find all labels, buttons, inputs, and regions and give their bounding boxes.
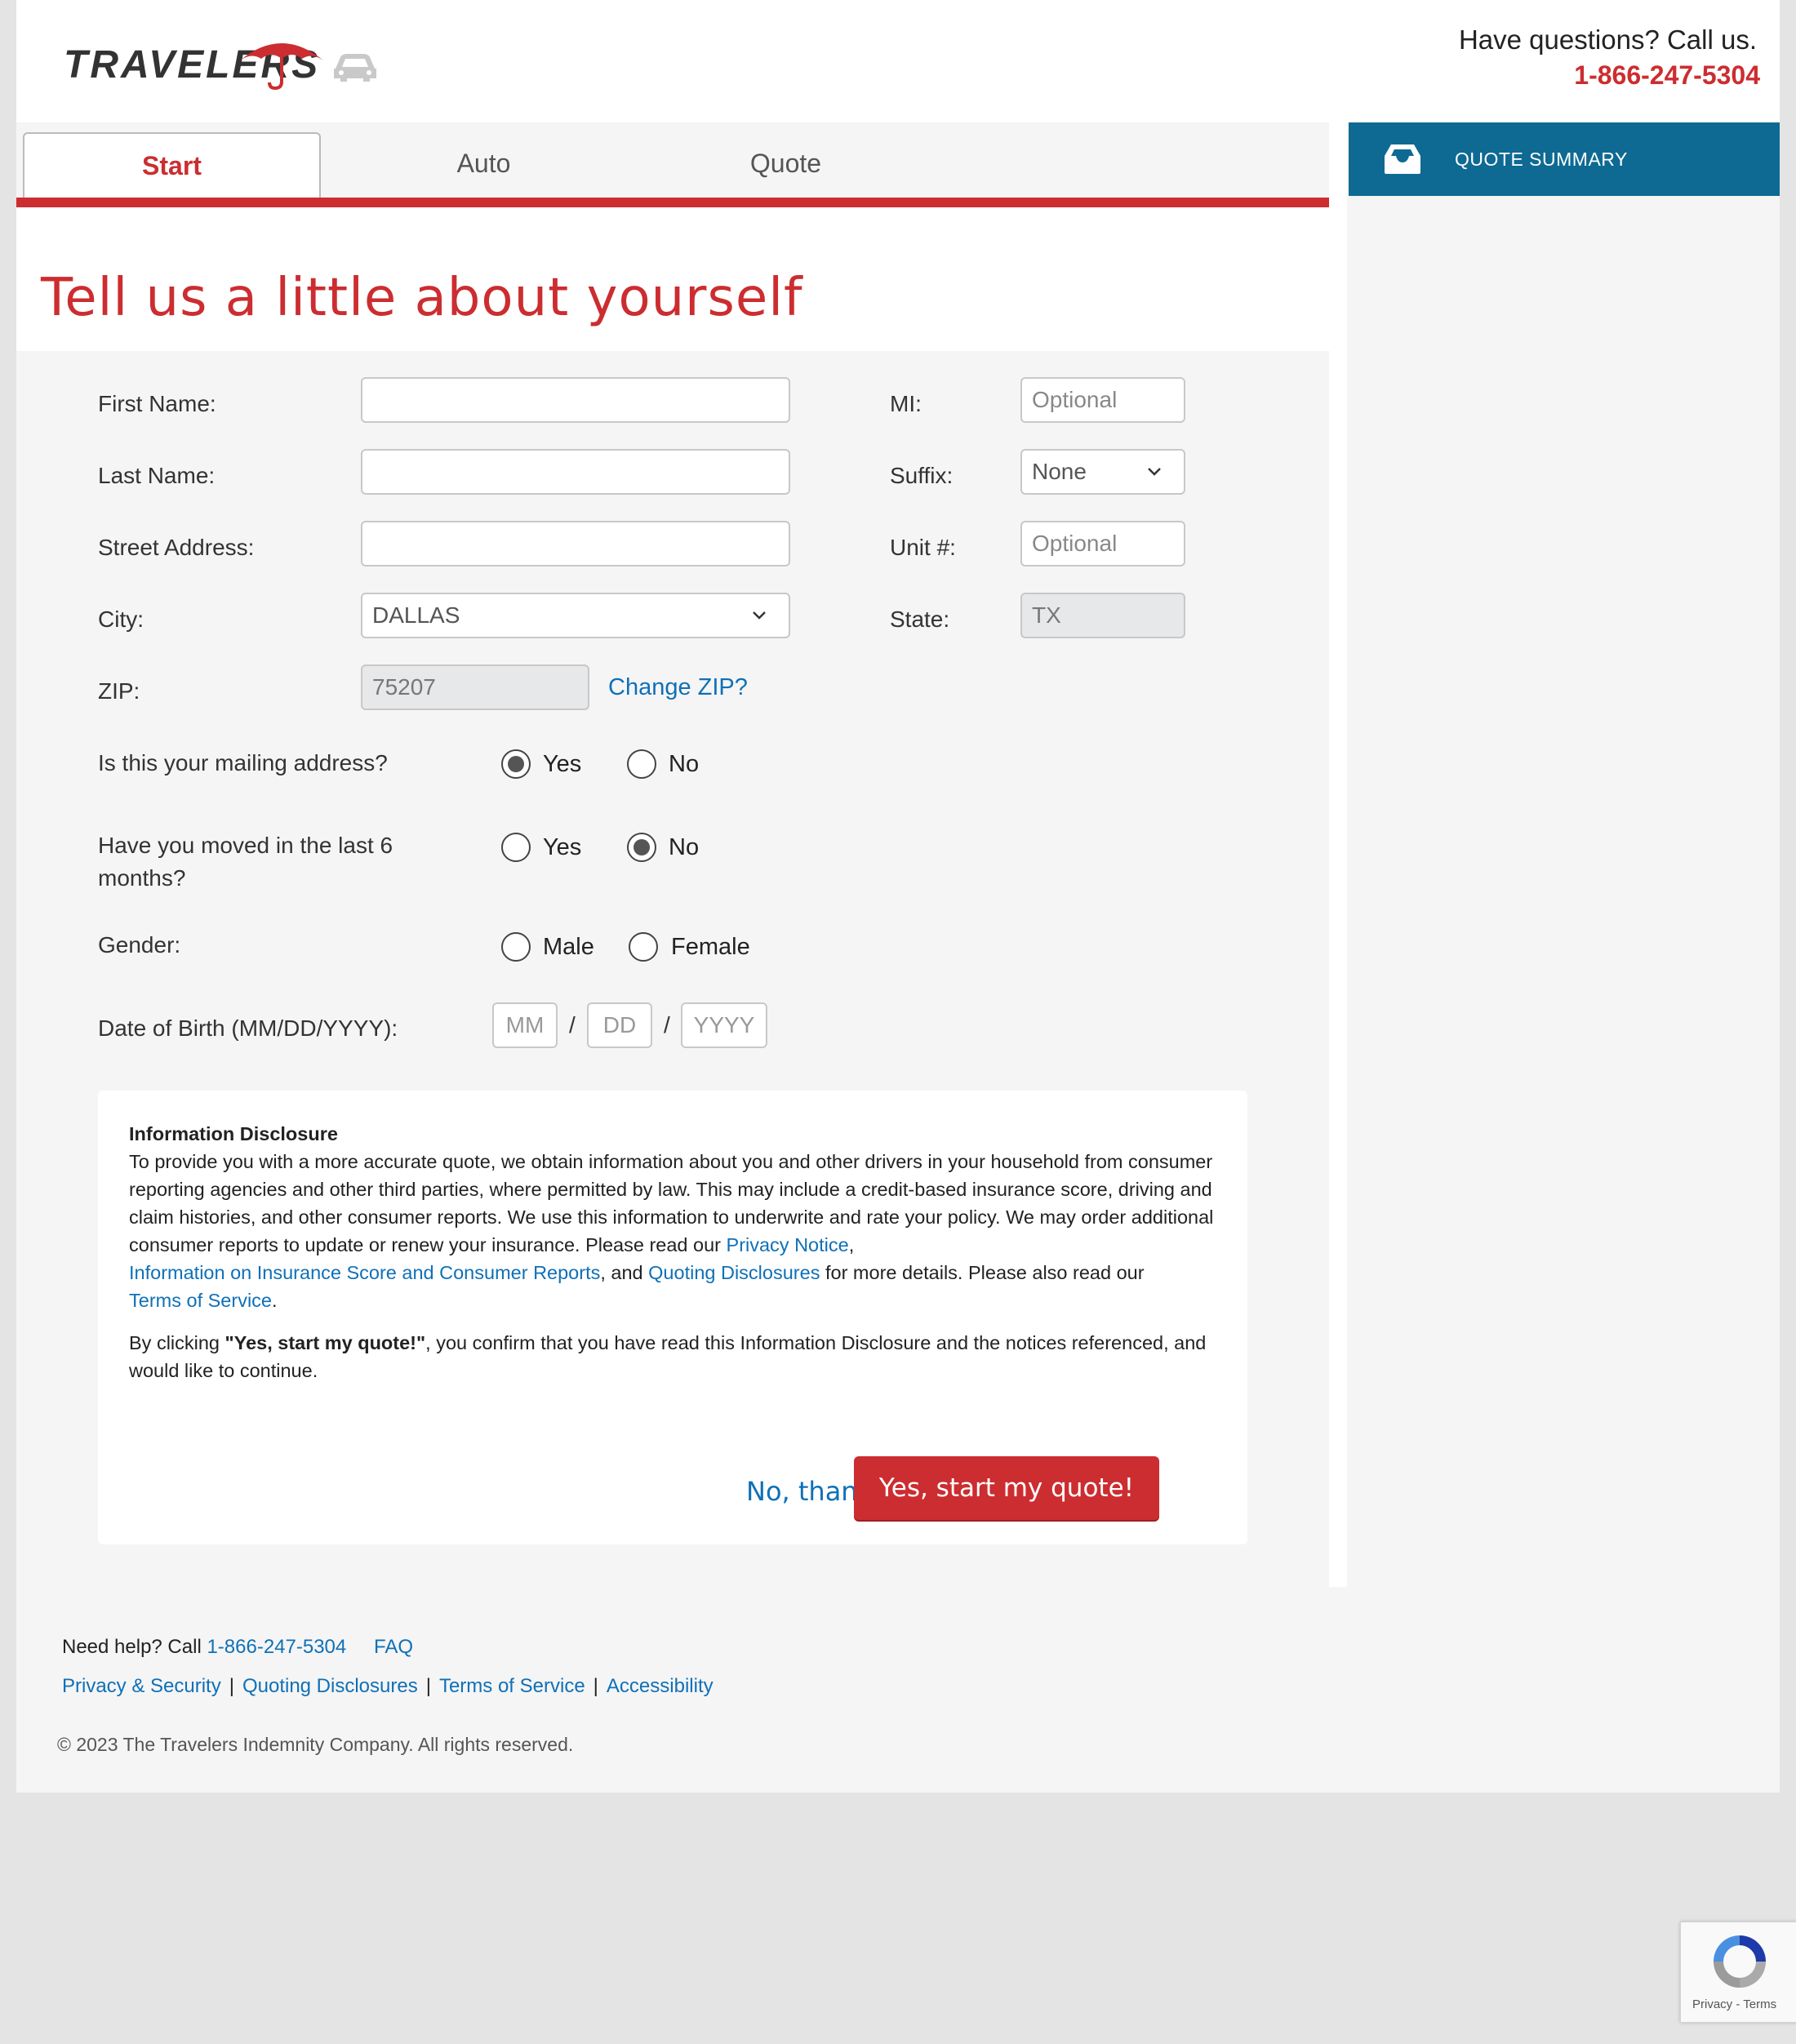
gender-female-label: Female (671, 934, 750, 960)
zip-label: ZIP: (98, 678, 140, 704)
need-help-text: Need help? Call (62, 1636, 207, 1658)
footer-terms-link[interactable]: Terms of Service (439, 1675, 585, 1697)
gender-male-radio[interactable] (501, 932, 531, 962)
quoting-disclosures-link[interactable]: Quoting Disclosures (648, 1262, 820, 1283)
city-value: DALLAS (372, 602, 460, 628)
mailing-no-radio[interactable] (627, 749, 656, 779)
accessibility-link[interactable]: Accessibility (607, 1675, 714, 1697)
city-label: City: (98, 607, 144, 632)
tab-quote[interactable]: Quote (637, 131, 935, 196)
quote-summary-label: QUOTE SUMMARY (1455, 148, 1628, 170)
terms-of-service-link[interactable]: Terms of Service (129, 1290, 272, 1311)
suffix-select[interactable]: None (1020, 449, 1185, 495)
tab-underline (16, 198, 1329, 207)
recaptcha-icon (1714, 1935, 1766, 1988)
footer: Need help? Call 1-866-247-5304 FAQ Priva… (16, 1587, 1780, 1793)
inbox-tray-icon (1385, 144, 1420, 174)
unit-label: Unit #: (890, 535, 956, 560)
first-name-input[interactable] (361, 377, 790, 423)
recaptcha-terms-link[interactable]: Terms (1743, 1997, 1776, 2011)
footer-help: Need help? Call 1-866-247-5304 (62, 1636, 346, 1659)
sidebar (1347, 122, 1780, 1587)
tab-start[interactable]: Start (23, 132, 321, 198)
gender-label: Gender: (98, 932, 181, 958)
moved-yes-radio[interactable] (501, 833, 531, 862)
tab-auto[interactable]: Auto (335, 131, 633, 196)
disclosure-text: To provide you with a more accurate quot… (129, 1151, 1214, 1255)
disclosure-title: Information Disclosure (129, 1123, 338, 1144)
zip-input: 75207 (361, 664, 589, 710)
header: TRAVELERS Have questions? Call us. 1-866… (16, 0, 1780, 122)
chevron-down-icon (1148, 468, 1161, 476)
disclosure-bold-text: "Yes, start my quote!" (224, 1332, 426, 1353)
privacy-security-link[interactable]: Privacy & Security (62, 1675, 221, 1697)
disclosure-text: , and (600, 1262, 649, 1283)
recaptcha-privacy-link[interactable]: Privacy (1692, 1997, 1732, 2011)
dob-month-input[interactable]: MM (492, 1002, 558, 1048)
suffix-label: Suffix: (890, 463, 954, 488)
state-label: State: (890, 607, 950, 632)
umbrella-logo-icon (240, 43, 323, 90)
recaptcha-links: Privacy - Terms (1692, 1997, 1776, 2011)
first-name-label: First Name: (98, 391, 216, 416)
help-question: Have questions? Call us. (1458, 24, 1757, 55)
mailing-address-question: Is this your mailing address? (98, 750, 388, 775)
information-disclosure: Information Disclosure To provide you wi… (98, 1091, 1247, 1544)
moved-question: Have you moved in the last 6 months? (98, 833, 393, 891)
gender-female-radio[interactable] (629, 932, 658, 962)
unit-input[interactable]: Optional (1020, 521, 1185, 567)
street-address-label: Street Address: (98, 535, 255, 560)
mailing-no-label: No (669, 751, 700, 777)
header-phone-link[interactable]: 1-866-247-5304 (1574, 60, 1760, 91)
dob-label: Date of Birth (MM/DD/YYYY): (98, 1015, 398, 1041)
progress-tabs: Start Auto Quote (16, 122, 1329, 198)
dob-separator: / (569, 1012, 576, 1038)
page-title: Tell us a little about yourself (41, 268, 803, 328)
disclosure-consent-paragraph: By clicking "Yes, start my quote!", you … (129, 1329, 1223, 1384)
disclosure-paragraph: To provide you with a more accurate quot… (129, 1148, 1223, 1314)
state-input: TX (1020, 593, 1185, 638)
start-quote-button[interactable]: Yes, start my quote! (854, 1456, 1159, 1520)
moved-no-radio[interactable] (627, 833, 656, 862)
insurance-score-link[interactable]: Information on Insurance Score and Consu… (129, 1262, 600, 1283)
disclosure-text: By clicking (129, 1332, 225, 1353)
mailing-yes-radio[interactable] (501, 749, 531, 779)
disclosure-text: . (272, 1290, 278, 1311)
moved-no-label: No (669, 834, 700, 860)
dob-separator: / (664, 1012, 670, 1038)
mi-input[interactable]: Optional (1020, 377, 1185, 423)
change-zip-link[interactable]: Change ZIP? (608, 674, 748, 701)
moved-yes-label: Yes (543, 834, 582, 860)
chevron-down-icon (753, 611, 766, 620)
street-address-input[interactable] (361, 521, 790, 567)
suffix-value: None (1032, 459, 1087, 484)
car-icon (334, 54, 376, 82)
city-select[interactable]: DALLAS (361, 593, 790, 638)
gender-male-label: Male (543, 934, 594, 960)
mailing-yes-label: Yes (543, 751, 582, 777)
last-name-label: Last Name: (98, 463, 216, 488)
recaptcha-badge[interactable]: Privacy - Terms (1680, 1922, 1796, 2023)
footer-quoting-disclosures-link[interactable]: Quoting Disclosures (242, 1675, 418, 1697)
page: TRAVELERS Have questions? Call us. 1-866… (16, 0, 1780, 1793)
privacy-notice-link[interactable]: Privacy Notice (727, 1234, 849, 1255)
dob-day-input[interactable]: DD (587, 1002, 652, 1048)
footer-links: Privacy & Security | Quoting Disclosures | T… (62, 1675, 714, 1697)
disclosure-text: for more details. Please also read our (820, 1262, 1145, 1283)
dob-year-input[interactable]: YYYY (681, 1002, 767, 1048)
quote-summary-button[interactable]: QUOTE SUMMARY (1349, 122, 1780, 196)
disclosure-text: , (848, 1234, 855, 1255)
recaptcha-separator: - (1732, 1997, 1744, 2011)
footer-phone-link[interactable]: 1-866-247-5304 (207, 1636, 346, 1658)
mi-label: MI: (890, 391, 922, 416)
faq-link[interactable]: FAQ (374, 1636, 413, 1659)
copyright: © 2023 The Travelers Indemnity Company. … (57, 1734, 574, 1755)
last-name-input[interactable] (361, 449, 790, 495)
